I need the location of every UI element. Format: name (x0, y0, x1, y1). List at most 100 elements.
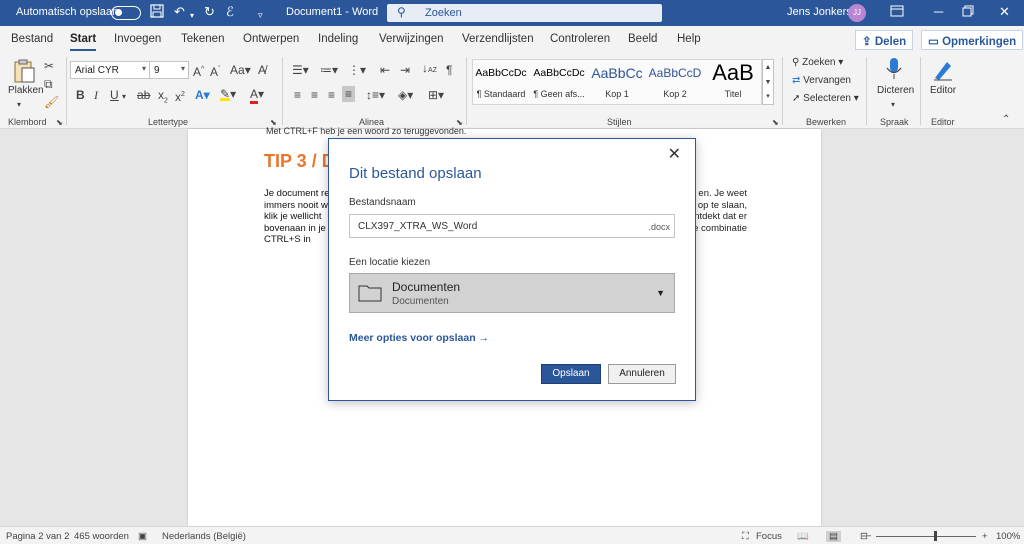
show-marks-icon[interactable]: ¶ (446, 63, 452, 77)
shrink-font-icon[interactable]: Aˇ (210, 63, 220, 79)
focus-icon[interactable]: ⛶ (742, 531, 749, 542)
zoom-in-icon[interactable]: + (982, 531, 988, 542)
format-painter-icon[interactable]: 🖌 (44, 95, 59, 109)
align-center-icon[interactable]: ≡ (311, 88, 318, 102)
close-window-icon[interactable]: ✕ (999, 4, 1010, 20)
underline-dropdown-icon[interactable]: ▾ (122, 90, 126, 104)
word-count[interactable]: 465 woorden (74, 531, 129, 542)
styles-scroll[interactable]: ▲ ▼ ▾ (762, 59, 774, 105)
minimize-icon[interactable]: ─ (934, 4, 943, 20)
underline-icon[interactable]: U (110, 88, 119, 102)
numbering-icon[interactable]: ≔▾ (320, 63, 338, 77)
zoom-slider-thumb[interactable] (934, 531, 937, 541)
find-button[interactable]: ⚲ Zoeken ▾ (792, 57, 843, 68)
paste-dropdown-icon[interactable]: ▾ (17, 98, 21, 112)
grow-font-icon[interactable]: A^ (193, 63, 204, 79)
font-size-select[interactable]: 9 ▾ (149, 61, 189, 79)
tab-indeling[interactable]: Indeling (318, 33, 358, 45)
cancel-button[interactable]: Annuleren (608, 364, 676, 384)
paste-icon[interactable] (12, 58, 36, 87)
editor-label[interactable]: Editor (930, 85, 956, 96)
shading-icon[interactable]: ◈▾ (398, 88, 413, 102)
strikethrough-icon[interactable]: ab (137, 88, 150, 102)
increase-indent-icon[interactable]: ⇥ (400, 63, 410, 77)
justify-icon[interactable]: ≡ (342, 86, 356, 102)
clipboard-launcher-icon[interactable]: ⬊ (56, 116, 63, 130)
align-left-icon[interactable]: ≡ (294, 88, 301, 102)
dictate-label[interactable]: Dicteren (877, 85, 914, 96)
align-right-icon[interactable]: ≡ (328, 88, 335, 102)
borders-icon[interactable]: ⊞▾ (428, 88, 444, 102)
text-effects-icon[interactable]: A▾ (195, 88, 210, 102)
bullets-icon[interactable]: ☰▾ (292, 63, 309, 77)
italic-icon[interactable]: I (94, 88, 98, 102)
replace-button[interactable]: ⇄ Vervangen (792, 75, 851, 86)
bold-icon[interactable]: B (76, 88, 85, 102)
line-spacing-icon[interactable]: ↕≡▾ (366, 88, 385, 102)
ribbon-display-options-icon[interactable] (890, 5, 904, 21)
search-box[interactable]: ⚲ Zoeken (387, 4, 662, 22)
tab-start[interactable]: Start (70, 33, 97, 51)
tab-invoegen[interactable]: Invoegen (114, 33, 161, 45)
chevron-up-icon[interactable]: ▲ (763, 60, 773, 75)
close-icon[interactable]: ✕ (668, 144, 681, 164)
multilevel-list-icon[interactable]: ⋮▾ (348, 63, 366, 77)
style-titel[interactable]: AaB Titel (704, 61, 762, 101)
styles-launcher-icon[interactable]: ⬊ (772, 116, 779, 130)
tab-controleren[interactable]: Controleren (550, 33, 610, 45)
filename-field[interactable]: CLX397_XTRA_WS_Word .docx (349, 214, 675, 238)
zoom-out-icon[interactable]: − (866, 531, 872, 542)
chevron-down-icon[interactable]: ▼ (763, 75, 773, 90)
select-button[interactable]: ➚ Selecteren ▾ (792, 93, 859, 104)
avatar[interactable]: JJ (848, 4, 866, 22)
cut-icon[interactable]: ✂ (44, 59, 54, 73)
highlight-icon[interactable]: ✎▾ (220, 87, 236, 101)
editor-icon[interactable] (932, 57, 954, 84)
user-name[interactable]: Jens Jonkers (787, 6, 852, 18)
zoom-slider[interactable] (876, 536, 976, 537)
share-button[interactable]: ⇪ Delen (855, 30, 914, 50)
undo-icon[interactable]: ↶ (174, 4, 185, 20)
tab-verwijzingen[interactable]: Verwijzingen (379, 33, 444, 45)
style-geen-afstand[interactable]: AaBbCcDc ¶ Geen afs... (530, 61, 588, 101)
dictate-dropdown-icon[interactable]: ▾ (891, 98, 895, 112)
change-case-icon[interactable]: Aa▾ (230, 63, 251, 77)
paste-label[interactable]: Plakken (8, 85, 44, 96)
subscript-icon[interactable]: x2 (158, 88, 168, 108)
tab-help[interactable]: Help (677, 33, 701, 45)
font-name-select[interactable]: Arial CYR ▾ (70, 61, 150, 79)
customize-quick-access-icon[interactable]: ▿ (258, 7, 263, 23)
tab-tekenen[interactable]: Tekenen (181, 33, 224, 45)
tab-bestand[interactable]: Bestand (11, 33, 53, 45)
more-save-options-link[interactable]: Meer opties voor opslaan → (349, 332, 489, 344)
save-button[interactable]: Opslaan (541, 364, 601, 384)
restore-icon[interactable] (962, 5, 974, 21)
read-mode-icon[interactable]: 📖 (797, 531, 809, 542)
sort-icon[interactable]: ↓AZ (422, 61, 437, 78)
comments-button[interactable]: ▭ Opmerkingen (921, 30, 1024, 50)
language-indicator[interactable]: Nederlands (België) (162, 531, 246, 542)
redo-icon[interactable]: ↻ (204, 4, 215, 20)
page-counter[interactable]: Pagina 2 van 2 (6, 531, 69, 542)
microphone-icon[interactable] (886, 57, 902, 84)
tab-beeld[interactable]: Beeld (628, 33, 657, 45)
superscript-icon[interactable]: x2 (175, 88, 185, 104)
collapse-ribbon-icon[interactable]: ⌃ (1002, 113, 1010, 127)
copy-icon[interactable]: ⧉ (44, 77, 53, 91)
focus-label[interactable]: Focus (756, 531, 782, 542)
location-dropdown[interactable]: Documenten Documenten ▼ (349, 273, 675, 313)
style-kop-1[interactable]: AaBbCc Kop 1 (588, 61, 646, 101)
more-styles-icon[interactable]: ▾ (763, 90, 773, 104)
autosave-toggle[interactable] (111, 6, 141, 20)
font-color-icon[interactable]: A▾ (250, 87, 264, 104)
decrease-indent-icon[interactable]: ⇤ (380, 63, 390, 77)
tab-verzendlijsten[interactable]: Verzendlijsten (462, 33, 534, 45)
proofing-icon[interactable]: ▣ (138, 531, 147, 542)
undo-dropdown-icon[interactable]: ▾ (190, 8, 194, 24)
style-kop-2[interactable]: AaBbCcD Kop 2 (646, 61, 704, 101)
format-painter-quick-icon[interactable]: ℰ (226, 4, 234, 20)
print-layout-icon[interactable]: ▤ (826, 531, 841, 542)
clear-formatting-icon[interactable]: A̸ (258, 63, 266, 77)
save-icon[interactable] (150, 4, 164, 22)
tab-ontwerpen[interactable]: Ontwerpen (243, 33, 299, 45)
